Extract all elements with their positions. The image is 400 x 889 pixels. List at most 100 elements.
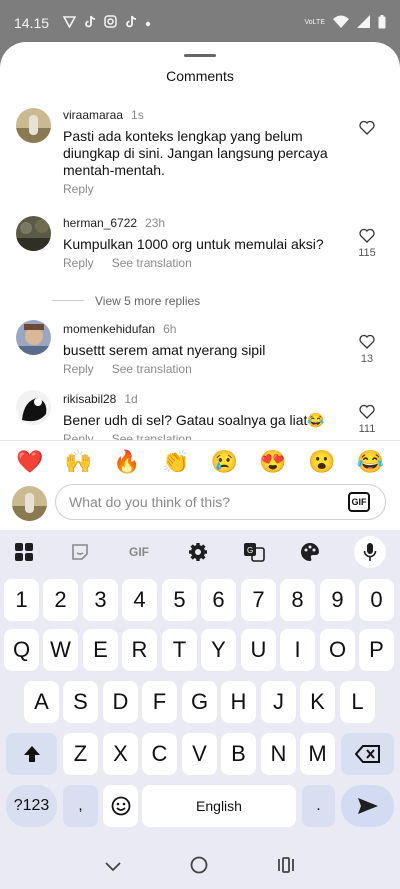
key-t[interactable]: T: [162, 629, 197, 671]
emoji-key[interactable]: [103, 785, 138, 827]
comment-composer: GIF: [0, 482, 400, 528]
key-b[interactable]: B: [221, 733, 256, 775]
emoji-fire[interactable]: 🔥: [113, 449, 140, 484]
period-key[interactable]: .: [302, 785, 335, 827]
emoji-laughing[interactable]: 😂: [357, 449, 384, 484]
key-a[interactable]: A: [24, 681, 59, 723]
avatar[interactable]: [16, 390, 51, 425]
microphone-icon[interactable]: [354, 536, 386, 568]
key-w[interactable]: W: [43, 629, 78, 671]
key-3[interactable]: 3: [83, 579, 118, 621]
key-f[interactable]: F: [142, 681, 177, 723]
shift-key[interactable]: [6, 733, 57, 775]
key-8[interactable]: 8: [280, 579, 315, 621]
key-m[interactable]: M: [300, 733, 335, 775]
key-u[interactable]: U: [241, 629, 276, 671]
reply-button[interactable]: Reply: [63, 362, 94, 376]
wifi-icon: [333, 15, 349, 31]
avatar[interactable]: [16, 216, 51, 251]
settings-gear-icon[interactable]: [186, 540, 210, 564]
key-0[interactable]: 0: [359, 579, 394, 621]
key-7[interactable]: 7: [241, 579, 276, 621]
apps-grid-icon[interactable]: [12, 540, 36, 564]
key-5[interactable]: 5: [162, 579, 197, 621]
key-2[interactable]: 2: [43, 579, 78, 621]
status-left: 14.15: [14, 15, 151, 31]
comma-key[interactable]: ,: [63, 785, 98, 827]
like-button[interactable]: 111: [352, 404, 382, 435]
like-button[interactable]: 115: [352, 228, 382, 259]
key-j[interactable]: J: [261, 681, 296, 723]
emoji-crying[interactable]: 😢: [211, 449, 238, 484]
key-n[interactable]: N: [261, 733, 296, 775]
drag-handle[interactable]: [184, 54, 216, 57]
emoji-quick-bar: ❤️ 🙌 🔥 👏 😢 😍 😮 😂: [0, 440, 400, 484]
view-more-replies[interactable]: View 5 more replies: [0, 286, 400, 316]
gif-button[interactable]: GIF: [348, 492, 370, 512]
send-key[interactable]: [341, 785, 394, 827]
gif-icon[interactable]: GIF: [124, 540, 154, 564]
recents-icon[interactable]: [277, 857, 295, 878]
see-translation-button[interactable]: See translation: [112, 362, 192, 376]
reply-button[interactable]: Reply: [63, 432, 94, 440]
key-v[interactable]: V: [182, 733, 217, 775]
reply-button[interactable]: Reply: [63, 256, 94, 270]
translate-icon[interactable]: G: [242, 540, 266, 564]
key-q[interactable]: Q: [4, 629, 39, 671]
keyboard-row-zxcv: Z X C V B N M: [0, 733, 400, 775]
emoji-clapping[interactable]: 👏: [162, 449, 189, 484]
see-translation-button[interactable]: See translation: [112, 256, 192, 270]
avatar[interactable]: [16, 108, 51, 143]
emoji-heart[interactable]: ❤️: [16, 449, 43, 484]
comment-username[interactable]: viraamaraa: [63, 108, 123, 122]
emoji-heart-eyes[interactable]: 😍: [259, 449, 286, 484]
key-z[interactable]: Z: [63, 733, 98, 775]
avatar[interactable]: [16, 320, 51, 355]
status-time: 14.15: [14, 15, 50, 31]
like-count: 115: [358, 247, 376, 259]
key-y[interactable]: Y: [201, 629, 236, 671]
comment-actions: Reply See translation: [63, 256, 400, 270]
key-o[interactable]: O: [320, 629, 355, 671]
view-more-replies-label[interactable]: View 5 more replies: [95, 294, 200, 308]
comment-username[interactable]: momenkehidufan: [63, 322, 155, 336]
like-button[interactable]: [352, 120, 382, 139]
key-6[interactable]: 6: [201, 579, 236, 621]
key-d[interactable]: D: [103, 681, 138, 723]
space-bar[interactable]: English: [142, 785, 296, 827]
comment-username[interactable]: rikisabil28: [63, 392, 116, 406]
emoji-raising-hands[interactable]: 🙌: [65, 449, 92, 484]
key-4[interactable]: 4: [122, 579, 157, 621]
comments-list[interactable]: viraamaraa 1s Pasti ada konteks lengkap y…: [0, 102, 400, 440]
see-translation-button[interactable]: See translation: [112, 432, 192, 440]
send-arrow-icon: [357, 798, 378, 814]
key-l[interactable]: L: [340, 681, 375, 723]
key-p[interactable]: P: [359, 629, 394, 671]
key-x[interactable]: X: [103, 733, 138, 775]
back-chevron-icon[interactable]: [105, 859, 121, 877]
comments-sheet: Comments viraamaraa 1s Pasti ada konteks …: [0, 42, 400, 532]
key-r[interactable]: R: [122, 629, 157, 671]
key-1[interactable]: 1: [4, 579, 39, 621]
palette-icon[interactable]: [298, 540, 322, 564]
key-h[interactable]: H: [221, 681, 256, 723]
volte-indicator: VoLTE: [304, 19, 326, 26]
comment-input[interactable]: [69, 494, 329, 510]
key-e[interactable]: E: [83, 629, 118, 671]
comment-username[interactable]: herman_6722: [63, 216, 137, 230]
reply-button[interactable]: Reply: [63, 182, 94, 196]
key-s[interactable]: S: [63, 681, 98, 723]
symbols-key[interactable]: ?123: [6, 785, 57, 827]
comment-input-wrapper[interactable]: GIF: [55, 484, 386, 520]
backspace-key[interactable]: [341, 733, 394, 775]
like-button[interactable]: 13: [352, 334, 382, 365]
key-c[interactable]: C: [142, 733, 177, 775]
emoji-surprised[interactable]: 😮: [308, 449, 335, 484]
sticker-icon[interactable]: [68, 540, 92, 564]
key-k[interactable]: K: [300, 681, 335, 723]
key-g[interactable]: G: [182, 681, 217, 723]
home-circle-icon[interactable]: [190, 856, 208, 879]
key-9[interactable]: 9: [320, 579, 355, 621]
comment-text: Kumpulkan 1000 org untuk memulai aksi?: [63, 236, 324, 252]
key-i[interactable]: I: [280, 629, 315, 671]
